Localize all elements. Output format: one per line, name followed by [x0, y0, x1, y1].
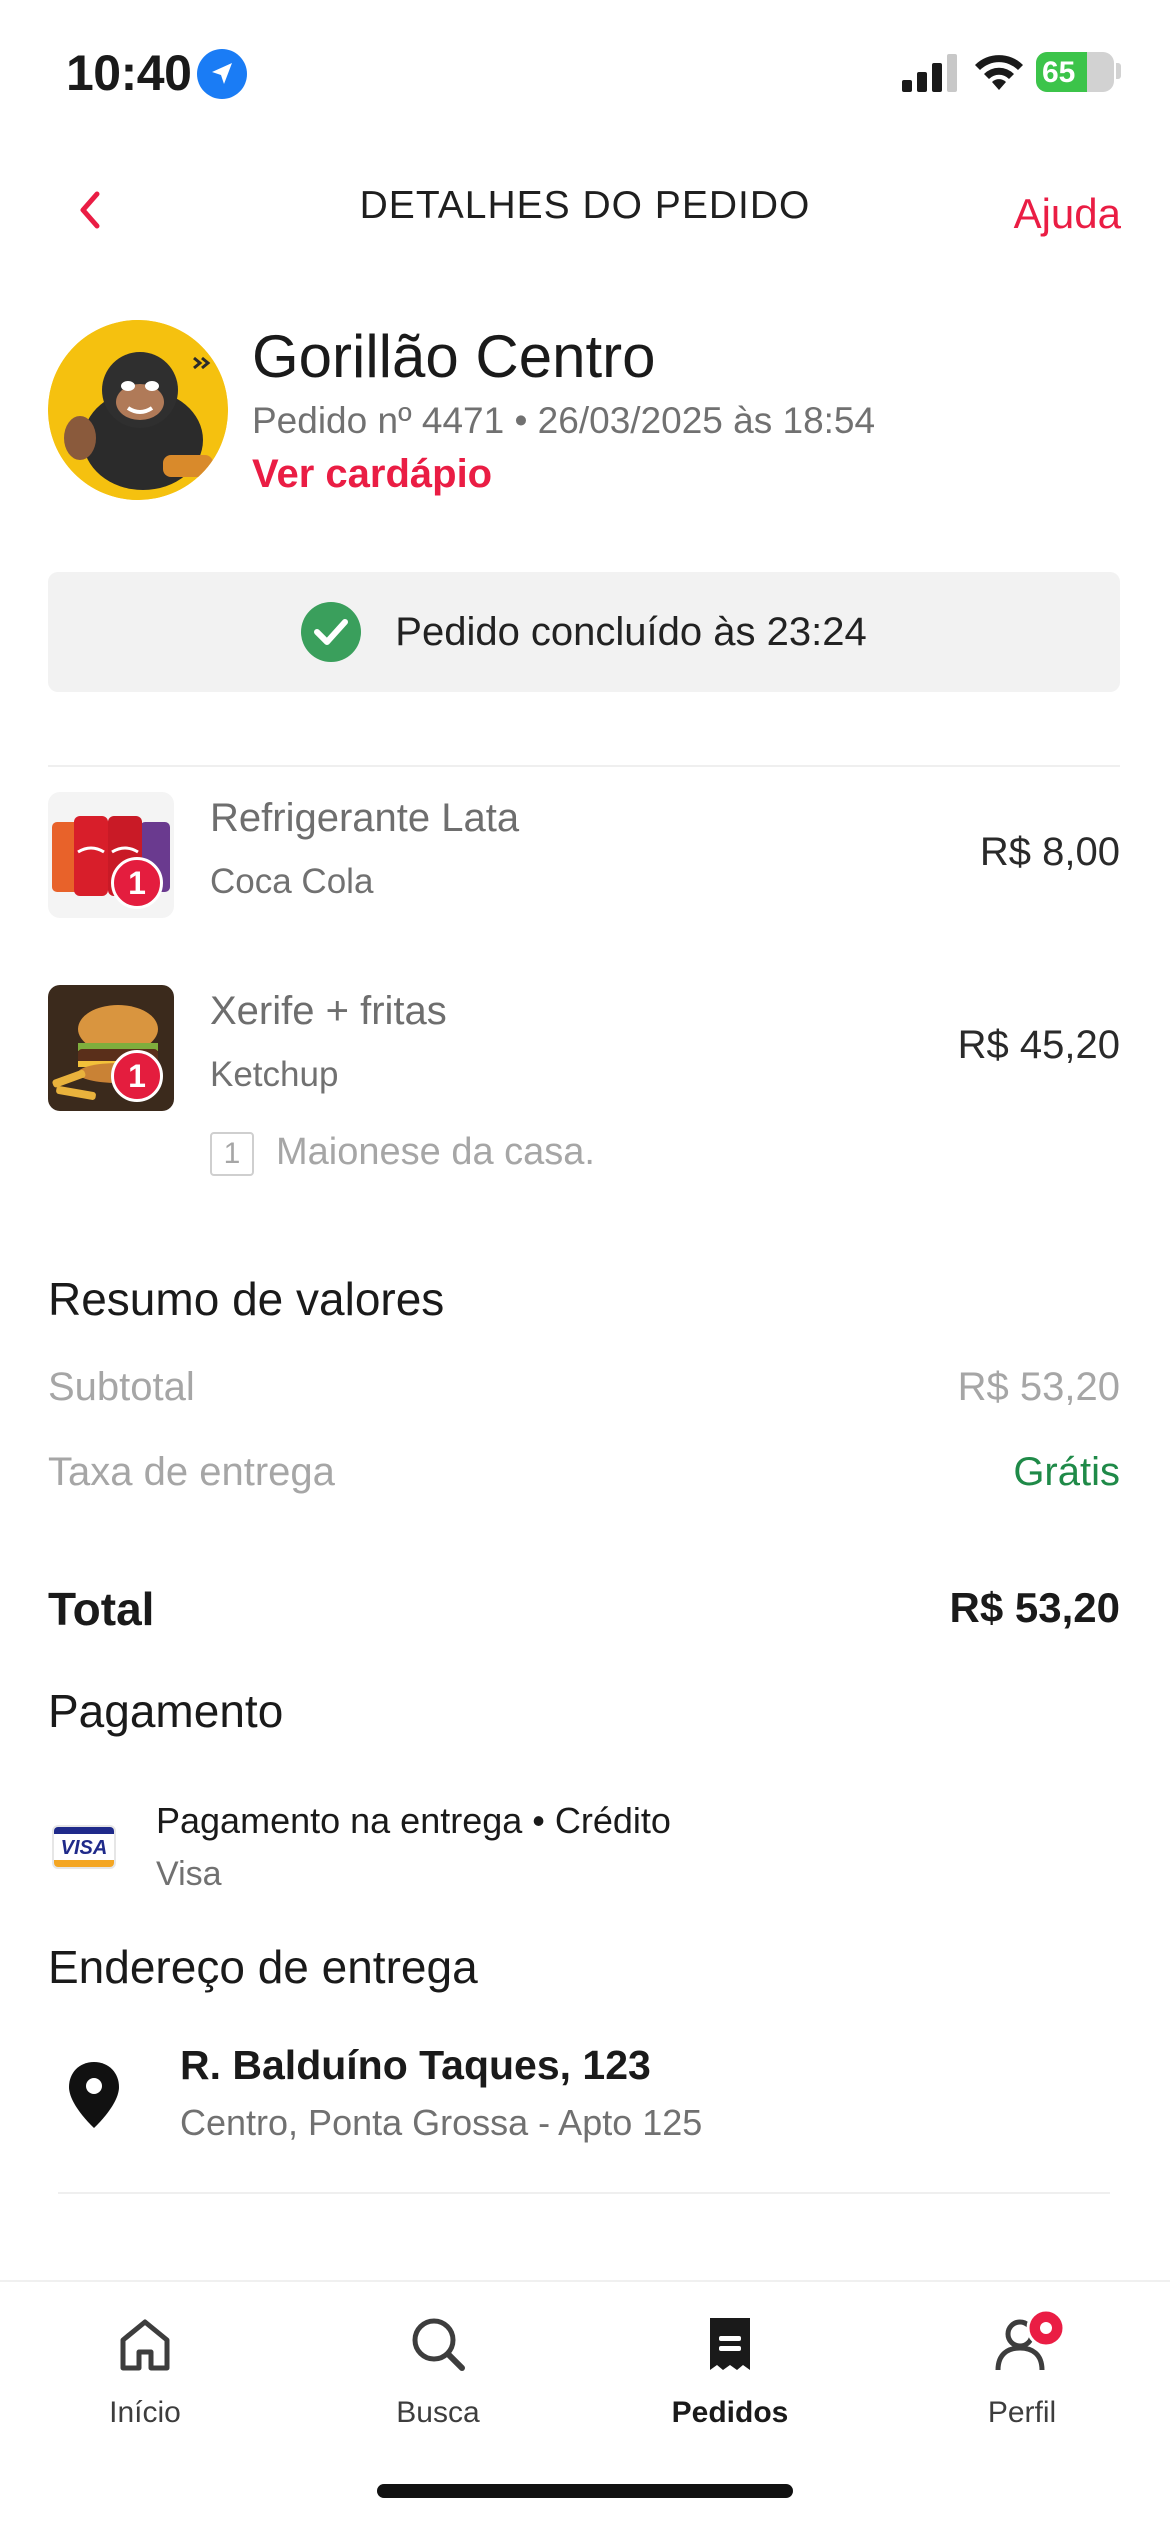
visa-card-icon: VISA	[52, 1825, 116, 1869]
restaurant-avatar	[48, 320, 228, 500]
location-pin-icon	[69, 2062, 119, 2128]
total-value: R$ 53,20	[949, 1584, 1120, 1631]
gorilla-logo-icon	[48, 320, 228, 500]
item-name: Xerife + fritas	[210, 989, 447, 1033]
payment-title: Pagamento	[48, 1685, 284, 1737]
search-icon	[412, 2318, 465, 2371]
visa-logo-text: VISA	[60, 1837, 108, 1859]
item-detail: Ketchup	[210, 1055, 339, 1094]
visa-bottom-band	[54, 1860, 114, 1867]
tab-inicio[interactable]: Início	[45, 2302, 245, 2442]
divider	[58, 2192, 1110, 2194]
location-arrow-icon	[197, 49, 247, 99]
item-detail: Coca Cola	[210, 862, 374, 901]
order-item: 1 Refrigerante Lata Coca Cola R$ 8,00	[48, 792, 1120, 932]
delivery-fee-value: Grátis	[1013, 1450, 1120, 1494]
item-name: Refrigerante Lata	[210, 796, 520, 840]
home-icon	[120, 2319, 170, 2371]
summary-title: Resumo de valores	[48, 1273, 445, 1325]
divider	[48, 765, 1120, 767]
tab-label: Busca	[396, 2396, 480, 2429]
battery-charging-icon: 65	[1036, 52, 1114, 92]
tab-label: Início	[109, 2396, 181, 2429]
check-circle-icon	[301, 602, 362, 662]
addon-name: Maionese da casa.	[276, 1131, 595, 1173]
delivery-fee-label: Taxa de entrega	[48, 1450, 335, 1494]
status-bar: 10:40 65	[0, 0, 1170, 150]
wifi-icon	[975, 55, 1023, 90]
item-price: R$ 8,00	[979, 830, 1120, 874]
notification-dot-icon	[1026, 2308, 1066, 2348]
help-link[interactable]: Ajuda	[1014, 190, 1121, 238]
subtotal-value: R$ 53,20	[957, 1365, 1120, 1409]
address-title: Endereço de entrega	[48, 1941, 478, 1993]
payment-brand: Visa	[156, 1855, 222, 1893]
order-status-banner: Pedido concluído às 23:24	[48, 572, 1120, 692]
tab-label: Pedidos	[671, 2396, 789, 2429]
order-status-text: Pedido concluído às 23:24	[395, 609, 867, 654]
view-menu-link[interactable]: Ver cardápio	[252, 452, 492, 497]
address-complement: Centro, Ponta Grossa - Apto 125	[180, 2102, 703, 2143]
address-line: R. Balduíno Taques, 123	[180, 2042, 651, 2088]
payment-method: Pagamento na entrega • Crédito	[156, 1800, 671, 1841]
cellular-signal-icon	[902, 54, 957, 92]
item-price: R$ 45,20	[957, 1023, 1120, 1067]
tab-busca[interactable]: Busca	[338, 2302, 538, 2442]
tab-perfil[interactable]: Perfil	[922, 2302, 1122, 2442]
page-title: DETALHES DO PEDIDO	[359, 184, 811, 227]
status-time: 10:40	[66, 45, 192, 101]
subtotal-label: Subtotal	[48, 1365, 195, 1409]
home-indicator	[377, 2484, 793, 2498]
quantity-badge: 1	[111, 1050, 163, 1102]
visa-top-band	[54, 1827, 114, 1834]
tab-pedidos[interactable]: Pedidos	[630, 2302, 830, 2442]
tab-label: Perfil	[987, 2396, 1057, 2429]
total-label: Total	[48, 1583, 155, 1635]
quantity-badge: 1	[111, 857, 163, 909]
order-item: 1 Xerife + fritas Ketchup R$ 45,20 1 Mai…	[48, 985, 1120, 1185]
receipt-icon	[710, 2318, 750, 2370]
addon-quantity: 1	[210, 1132, 254, 1176]
header: DETALHES DO PEDIDO Ajuda	[0, 170, 1170, 250]
order-details-screen: 10:40 65 DETALHES DO PEDIDO Ajuda Gorill…	[0, 0, 1170, 2532]
battery-tip	[1116, 63, 1121, 79]
restaurant-name: Gorillão Centro	[252, 323, 656, 390]
order-meta: Pedido nº 4471 • 26/03/2025 às 18:54	[252, 400, 876, 441]
battery-percent: 65	[1042, 56, 1076, 89]
